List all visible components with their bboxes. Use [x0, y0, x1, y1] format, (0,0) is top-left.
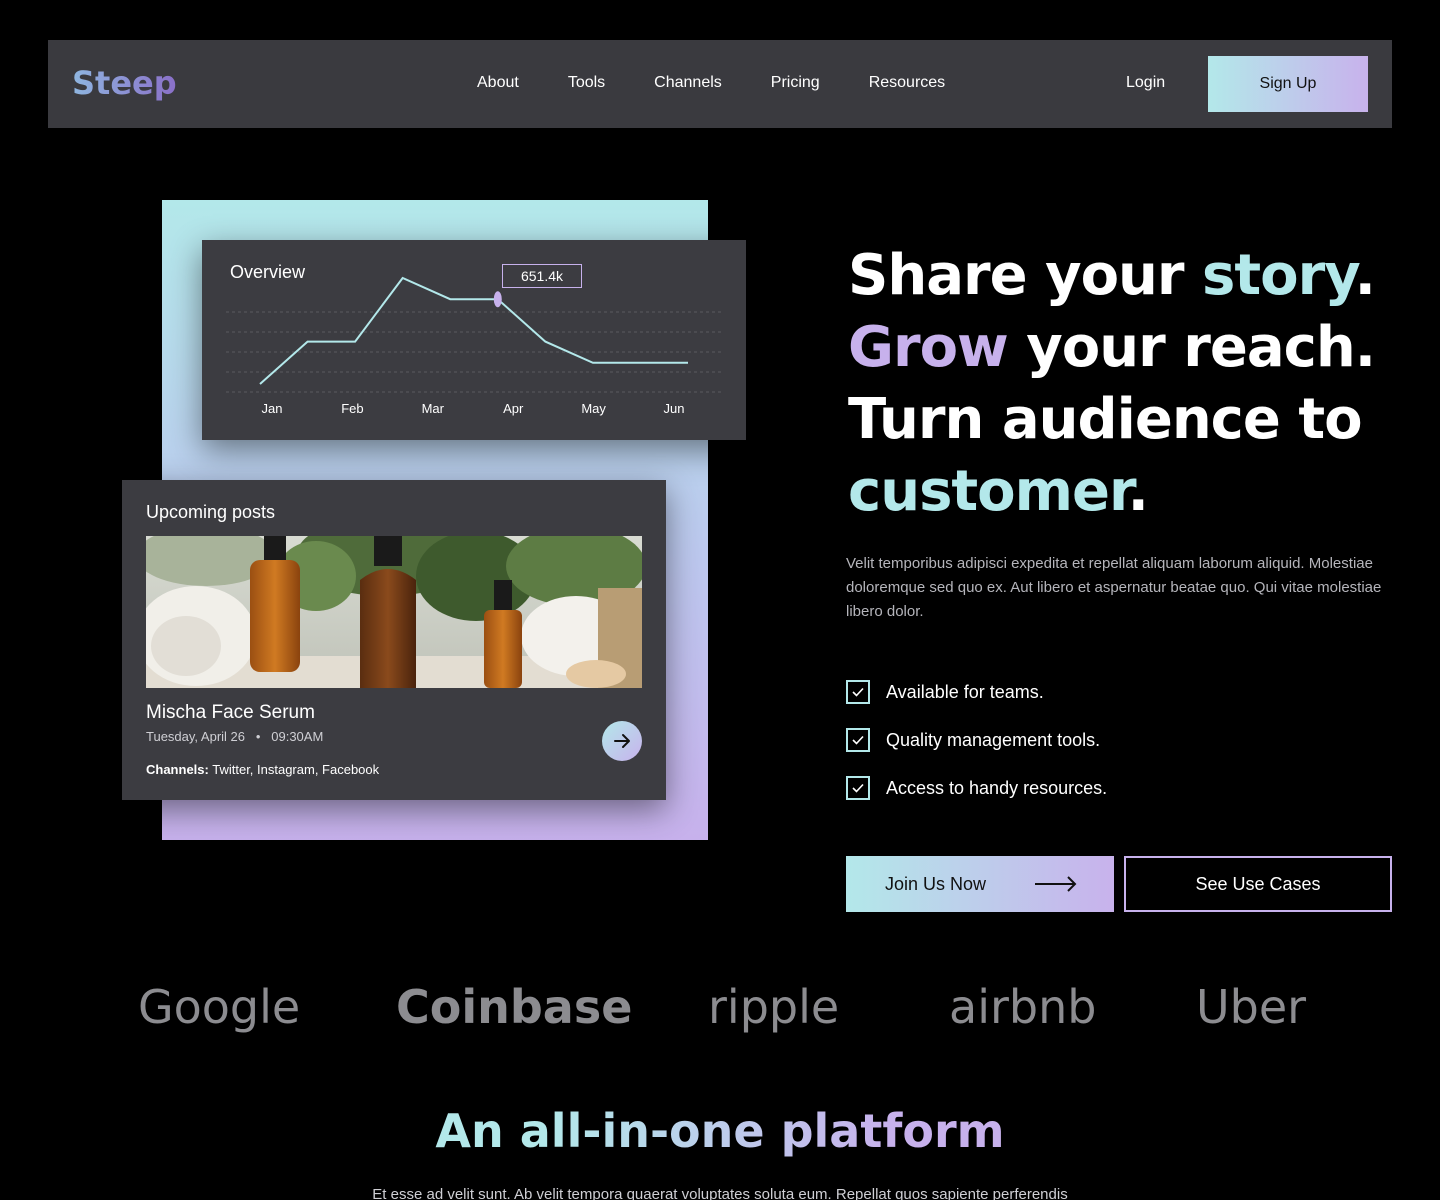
- headline-line-3: Turn audience to: [848, 387, 1363, 452]
- headline-text: your reach.: [1007, 315, 1376, 380]
- x-axis-labels: Jan Feb Mar Apr May Jun: [262, 401, 685, 416]
- headline-accent-grow: Grow: [848, 315, 1009, 380]
- checkbox-icon: [846, 776, 870, 800]
- feature-list: Available for teams. Quality management …: [846, 680, 1107, 824]
- section-title: An all-in-one platform: [0, 1104, 1440, 1158]
- highlight-point: [493, 291, 502, 308]
- feature-item: Quality management tools.: [846, 728, 1107, 752]
- channels-list: Twitter, Instagram, Facebook: [212, 762, 380, 777]
- nav-link-tools[interactable]: Tools: [568, 74, 605, 92]
- airbnb-logo: airbnb: [949, 980, 1097, 1034]
- hero-description: Velit temporibus adipisci expedita et re…: [846, 555, 1382, 620]
- join-us-label: Join Us Now: [885, 874, 987, 894]
- feature-text: Access to handy resources.: [886, 777, 1108, 798]
- top-navbar: Steep About Tools Channels Pricing Resou…: [48, 40, 1392, 128]
- x-axis-label: May: [581, 401, 606, 416]
- nav-link-channels[interactable]: Channels: [654, 74, 722, 92]
- google-logo: Google: [138, 980, 301, 1034]
- join-us-button[interactable]: Join Us Now: [846, 856, 1114, 912]
- feature-item: Access to handy resources.: [846, 776, 1107, 800]
- headline-text: Share your: [848, 243, 1203, 308]
- headline-text: .: [1354, 243, 1376, 308]
- nav-link-pricing[interactable]: Pricing: [771, 74, 820, 92]
- section-subtitle: Et esse ad velit sunt. Ab velit tempora …: [372, 1186, 1068, 1200]
- value-tooltip: 651.4k: [502, 264, 582, 288]
- long-arrow-right-icon: [1035, 876, 1077, 892]
- x-axis-label: Feb: [341, 401, 363, 416]
- coinbase-logo: Coinbase: [396, 980, 633, 1034]
- upcoming-posts-title: Upcoming posts: [146, 502, 276, 522]
- x-axis-label: Mar: [422, 401, 445, 416]
- headline-accent-story: story: [1202, 243, 1356, 308]
- headline-line-2: Grow your reach.: [848, 312, 1408, 384]
- post-schedule: Tuesday, April 26 • 09:30AM: [146, 729, 323, 744]
- x-axis-label: Apr: [503, 401, 524, 416]
- headline-text: .: [1127, 459, 1149, 524]
- post-time: 09:30AM: [271, 729, 324, 744]
- post-title: Mischa Face Serum: [146, 702, 315, 723]
- upcoming-posts-card: Upcoming posts Mischa Face Serum Tuesday…: [122, 480, 666, 800]
- feature-text: Available for teams.: [886, 681, 1044, 702]
- section-title-text: An all-in-one platform: [435, 1104, 1005, 1158]
- nav-link-resources[interactable]: Resources: [869, 74, 945, 92]
- arrow-right-icon: [614, 734, 630, 748]
- checkbox-icon: [846, 728, 870, 752]
- dot-separator: •: [248, 729, 268, 744]
- post-date: Tuesday, April 26: [146, 729, 245, 744]
- feature-item: Available for teams.: [846, 680, 1107, 704]
- overview-chart: Jan Feb Mar Apr May Jun: [226, 276, 722, 416]
- nav-links: About Tools Channels Pricing Resources: [477, 74, 945, 92]
- x-axis-label: Jun: [664, 401, 685, 416]
- uber-logo: Uber: [1196, 980, 1307, 1034]
- overview-card: Overview Jan Feb Mar Apr May Jun 651.4k: [202, 240, 746, 440]
- skincare-product-image: [146, 536, 642, 688]
- hero-headline: Share your story. Grow your reach. Turn …: [848, 240, 1408, 528]
- nav-link-about[interactable]: About: [477, 74, 519, 92]
- post-image[interactable]: [146, 536, 642, 688]
- headline-accent-customer: customer: [848, 459, 1129, 524]
- overview-series-line: [259, 276, 688, 385]
- open-post-button[interactable]: [602, 721, 642, 761]
- headline-line-4: customer.: [848, 456, 1408, 528]
- x-axis-label: Jan: [262, 401, 283, 416]
- steep-logo[interactable]: Steep: [72, 64, 177, 102]
- signup-button[interactable]: Sign Up: [1208, 56, 1368, 112]
- headline-line-1: Share your story.: [848, 240, 1408, 312]
- checkbox-icon: [846, 680, 870, 704]
- ripple-logo: ripple: [708, 980, 840, 1034]
- brand-logos: Google Coinbase ripple airbnb Uber: [0, 980, 1440, 1050]
- post-channels: Channels: Twitter, Instagram, Facebook: [146, 762, 379, 777]
- login-link[interactable]: Login: [1126, 74, 1165, 92]
- feature-text: Quality management tools.: [886, 729, 1101, 750]
- chart-gridlines: [226, 311, 722, 393]
- channels-label: Channels:: [146, 762, 209, 777]
- see-use-cases-button[interactable]: See Use Cases: [1124, 856, 1392, 912]
